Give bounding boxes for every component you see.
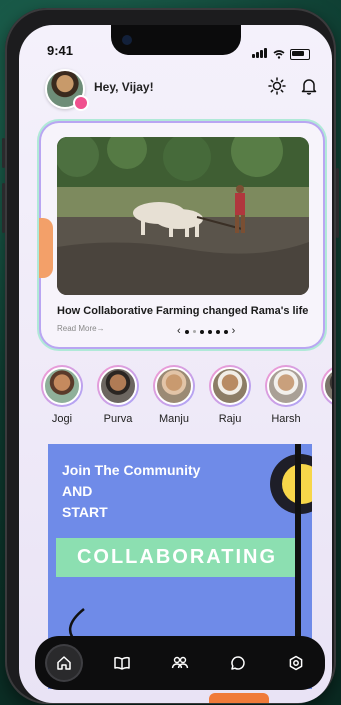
person-avatar bbox=[43, 367, 81, 405]
person-item[interactable]: Harsh bbox=[265, 365, 307, 425]
tab-chat[interactable] bbox=[221, 646, 255, 680]
person-item[interactable]: Manju bbox=[153, 365, 195, 425]
book-icon bbox=[114, 656, 130, 670]
sun-icon bbox=[268, 77, 286, 95]
read-more-link[interactable]: Read More→ bbox=[57, 324, 105, 333]
person-avatar-ring bbox=[41, 365, 83, 407]
carousel-pagination: ‹ › bbox=[177, 326, 235, 337]
farmer-with-oxen-illustration bbox=[57, 137, 309, 295]
tab-home[interactable] bbox=[47, 646, 81, 680]
person-avatar-ring bbox=[97, 365, 139, 407]
side-button bbox=[2, 138, 5, 168]
person-avatar bbox=[211, 367, 249, 405]
card-decoration bbox=[39, 218, 53, 278]
tab-community[interactable] bbox=[163, 646, 197, 680]
side-button bbox=[2, 183, 5, 233]
carousel-dot[interactable] bbox=[184, 329, 189, 334]
sun-decoration bbox=[270, 454, 312, 514]
bottom-tab-bar bbox=[35, 636, 325, 690]
story-title[interactable]: How Collaborative Farming changed Rama's… bbox=[57, 305, 308, 317]
tab-library[interactable] bbox=[105, 646, 139, 680]
banner-line-1: Join The Community bbox=[62, 462, 201, 478]
carousel-dot[interactable] bbox=[192, 330, 196, 333]
avatar-badge bbox=[73, 95, 89, 111]
front-camera bbox=[122, 35, 132, 45]
person-avatar bbox=[99, 367, 137, 405]
side-button bbox=[336, 168, 339, 238]
tab-settings[interactable] bbox=[279, 646, 313, 680]
person-avatar-ring bbox=[321, 365, 332, 407]
carousel-prev-button[interactable]: ‹ bbox=[177, 326, 181, 337]
farming-photo bbox=[57, 137, 309, 295]
wifi-icon bbox=[273, 49, 285, 59]
banner-highlight: COLLABORATING bbox=[56, 538, 298, 577]
person-avatar-ring bbox=[265, 365, 307, 407]
banner-highlight-text: COLLABORATING bbox=[76, 546, 278, 568]
person-name: Manju bbox=[159, 413, 189, 425]
person-name: Purva bbox=[103, 413, 133, 425]
person-avatar bbox=[323, 367, 332, 405]
phone-frame: 9:41 Hey, Vijay! How Collaborative Farmi… bbox=[2, 8, 339, 704]
person-item[interactable]: Raju bbox=[209, 365, 251, 425]
carousel-next-button[interactable]: › bbox=[232, 326, 236, 337]
person-name: Jogi bbox=[51, 413, 73, 425]
theme-toggle-button[interactable] bbox=[266, 75, 288, 97]
carousel-dot[interactable] bbox=[199, 329, 204, 334]
person-name: Raju bbox=[218, 413, 242, 425]
signal-icon bbox=[252, 45, 268, 63]
community-icon bbox=[171, 656, 189, 669]
carousel-dot[interactable] bbox=[223, 329, 228, 334]
banner-line-3: START bbox=[62, 504, 108, 520]
chat-icon bbox=[231, 656, 245, 670]
battery-icon bbox=[290, 48, 310, 60]
person-name: Harsh bbox=[271, 413, 301, 425]
home-icon bbox=[57, 656, 71, 670]
header-actions bbox=[266, 75, 320, 97]
people-strip: Jogi Purva Manju Raju Harsh bbox=[41, 365, 332, 425]
banner-heading: Join The Community AND START bbox=[62, 460, 200, 523]
person-avatar bbox=[155, 367, 193, 405]
greeting: Hey, Vijay! bbox=[94, 80, 154, 94]
bell-icon bbox=[301, 79, 317, 95]
person-item[interactable]: Jogi bbox=[41, 365, 83, 425]
person-avatar-ring bbox=[153, 365, 195, 407]
person-item[interactable]: P bbox=[321, 365, 332, 425]
person-avatar bbox=[267, 367, 305, 405]
status-icons bbox=[252, 45, 310, 63]
person-item[interactable]: Purva bbox=[97, 365, 139, 425]
settings-icon bbox=[289, 655, 303, 671]
carousel-dot[interactable] bbox=[207, 329, 212, 334]
person-avatar-ring bbox=[209, 365, 251, 407]
person-name: P bbox=[321, 413, 332, 425]
status-time: 9:41 bbox=[47, 43, 74, 58]
notifications-button[interactable] bbox=[298, 75, 320, 97]
banner-line-2: AND bbox=[62, 483, 93, 499]
featured-story-card[interactable]: How Collaborative Farming changed Rama's… bbox=[39, 123, 323, 347]
banner-footer-decoration bbox=[209, 693, 269, 703]
carousel-dot[interactable] bbox=[215, 329, 220, 334]
app-screen: 9:41 Hey, Vijay! How Collaborative Farmi… bbox=[19, 25, 332, 703]
